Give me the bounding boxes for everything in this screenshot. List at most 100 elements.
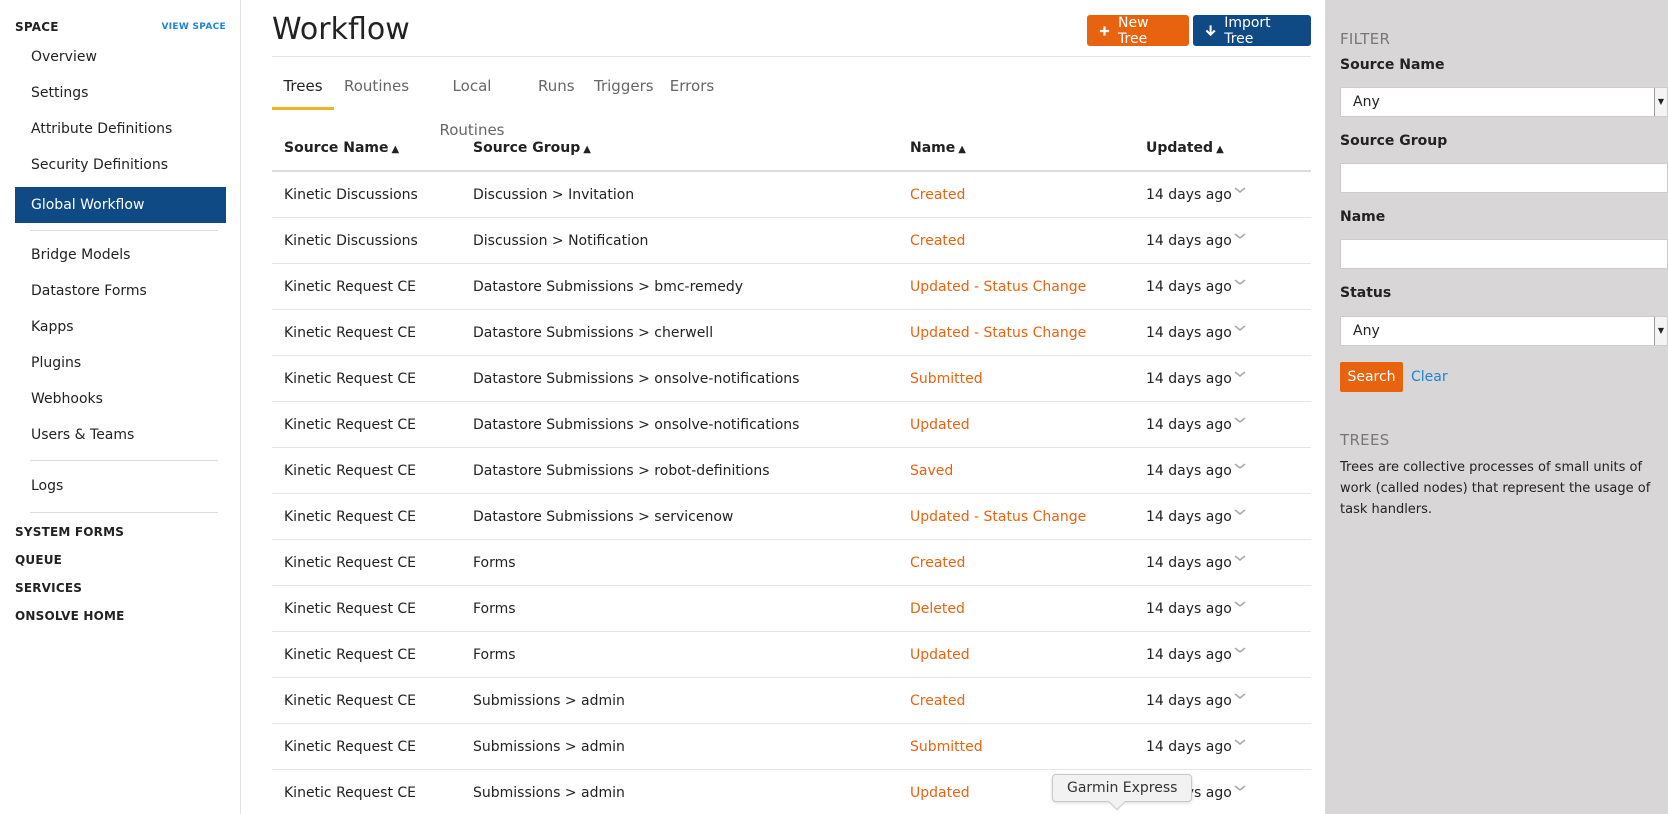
chevron-down-icon[interactable] [1232,596,1248,612]
chevron-down-icon[interactable] [1232,412,1248,428]
chevron-down-icon[interactable] [1232,320,1248,336]
name-cell[interactable]: Updated [910,417,970,433]
search-button[interactable]: Search [1340,362,1403,392]
tab-triggers[interactable]: Triggers [594,64,654,110]
table-row[interactable]: Kinetic Request CE Forms Updated 14 days ag… [272,632,1311,678]
clear-link[interactable]: Clear [1411,369,1448,385]
chevron-down-icon[interactable] [1232,182,1248,198]
name-cell[interactable]: Updated - Status Change [910,279,1086,295]
chevron-down-icon[interactable] [1232,274,1248,290]
sidebar-item-logs[interactable]: Logs [15,468,226,504]
chevron-down-icon: ▼︎ [1654,88,1667,116]
sidebar-section-services[interactable]: SERVICES [15,581,82,595]
source-name-cell: Kinetic Request CE [284,325,417,341]
chevron-down-icon[interactable] [1232,366,1248,382]
sidebar-divider [30,460,218,461]
column-header-source-group[interactable]: Source Group ▲︎ [473,140,591,156]
sidebar-section-queue[interactable]: QUEUE [15,553,62,567]
name-cell[interactable]: Created [910,555,965,571]
name-cell[interactable]: Created [910,233,965,249]
table-row[interactable]: Kinetic Request CE Forms Created 14 days ag… [272,540,1311,586]
status-select[interactable]: Any ▼︎ [1340,316,1668,346]
sidebar-section-system-forms[interactable]: SYSTEM FORMS [15,525,124,539]
sidebar-item-datastore-forms[interactable]: Datastore Forms [15,273,226,309]
sidebar-item-kapps[interactable]: Kapps [15,309,226,345]
source-name-cell: Kinetic Request CE [284,647,417,663]
table-header: Source Name ▲︎ Source Group ▲︎ Name ▲︎ Upda… [272,126,1311,172]
sidebar-item-bridge-models[interactable]: Bridge Models [15,237,226,273]
header-divider [272,56,1311,57]
source-name-cell: Kinetic Request CE [284,279,417,295]
table-row[interactable]: Kinetic Request CE Submissions > admin Cre… [272,678,1311,724]
tab-local-routines[interactable]: Local Routines [424,64,520,139]
name-cell[interactable]: Submitted [910,739,983,755]
name-cell[interactable]: Created [910,187,965,203]
chevron-down-icon[interactable] [1232,780,1248,796]
sidebar-item-users-teams[interactable]: Users & Teams [15,417,226,453]
table-row[interactable]: Kinetic Request CE Datastore Submissions … [272,356,1311,402]
updated-cell: 14 days ago [1146,739,1232,755]
sidebar-section-onsolve-home[interactable]: ONSOLVE HOME [15,609,125,623]
chevron-down-icon[interactable] [1232,458,1248,474]
trees-table: Source Name ▲︎ Source Group ▲︎ Name ▲︎ Upda… [272,126,1311,814]
source-group-label: Source Group [1340,133,1448,149]
tab-trees[interactable]: Trees [272,64,334,110]
table-row[interactable]: Kinetic Request CE Datastore Submissions … [272,494,1311,540]
table-row[interactable]: Kinetic Request CE Submissions > admin Sub… [272,724,1311,770]
sidebar: SPACE VIEW SPACE Overview Settings Attri… [0,0,241,814]
table-row[interactable]: Kinetic Discussions Discussion > Notifica… [272,218,1311,264]
chevron-down-icon[interactable] [1232,734,1248,750]
column-header-name[interactable]: Name ▲︎ [910,140,966,156]
name-cell[interactable]: Updated [910,647,970,663]
name-cell[interactable]: Created [910,693,965,709]
source-group-cell: Forms [473,555,516,571]
name-cell[interactable]: Submitted [910,371,983,387]
source-name-cell: Kinetic Request CE [284,739,417,755]
name-cell[interactable]: Saved [910,463,953,479]
tab-errors[interactable]: Errors [669,64,715,110]
updated-cell: 14 days ago [1146,463,1232,479]
name-input[interactable] [1340,239,1668,269]
name-cell[interactable]: Updated [910,785,970,801]
chevron-down-icon[interactable] [1232,642,1248,658]
source-group-cell: Submissions > admin [473,693,625,709]
tab-runs[interactable]: Runs [538,64,575,110]
name-cell[interactable]: Deleted [910,601,965,617]
sidebar-item-webhooks[interactable]: Webhooks [15,381,226,417]
name-cell[interactable]: Updated - Status Change [910,325,1086,341]
sidebar-item-overview[interactable]: Overview [15,39,226,75]
sidebar-item-settings[interactable]: Settings [15,75,226,111]
sidebar-item-attribute-definitions[interactable]: Attribute Definitions [15,111,226,147]
table-row[interactable]: Kinetic Discussions Discussion > Invitati… [272,172,1311,218]
table-body: Kinetic Discussions Discussion > Invitati… [272,172,1311,814]
column-header-source-name[interactable]: Source Name ▲︎ [284,140,399,156]
chevron-down-icon[interactable] [1232,504,1248,520]
table-row[interactable]: Kinetic Request CE Forms Deleted 14 days ag… [272,586,1311,632]
table-row[interactable]: Kinetic Request CE Datastore Submissions … [272,264,1311,310]
sidebar-item-plugins[interactable]: Plugins [15,345,226,381]
sidebar-divider [30,230,218,231]
tab-routines[interactable]: Routines [344,64,409,110]
chevron-down-icon[interactable] [1232,688,1248,704]
sidebar-divider [30,512,218,513]
name-cell[interactable]: Updated - Status Change [910,509,1086,525]
arrow-down-icon [1205,25,1216,37]
sort-icon: ▲︎ [391,144,400,155]
source-group-input[interactable] [1340,163,1668,193]
new-tree-button[interactable]: New Tree [1087,15,1189,47]
import-tree-button[interactable]: Import Tree [1193,15,1311,47]
sort-icon: ▲︎ [1216,144,1224,155]
view-space-link[interactable]: VIEW SPACE [162,22,227,32]
source-name-select[interactable]: Any ▼︎ [1340,87,1668,117]
chevron-down-icon[interactable] [1232,550,1248,566]
table-row[interactable]: Kinetic Request CE Datastore Submissions … [272,310,1311,356]
source-group-cell: Datastore Submissions > robot-definition… [473,463,770,479]
table-row[interactable]: Kinetic Request CE Datastore Submissions … [272,448,1311,494]
sidebar-item-security-definitions[interactable]: Security Definitions [15,147,226,183]
sidebar-item-global-workflow[interactable]: Global Workflow [15,187,226,223]
updated-cell: 14 days ago [1146,647,1232,663]
column-header-updated[interactable]: Updated ▲︎ [1146,140,1224,156]
chevron-down-icon[interactable] [1232,228,1248,244]
table-row[interactable]: Kinetic Request CE Datastore Submissions … [272,402,1311,448]
space-header: SPACE VIEW SPACE [15,20,226,34]
